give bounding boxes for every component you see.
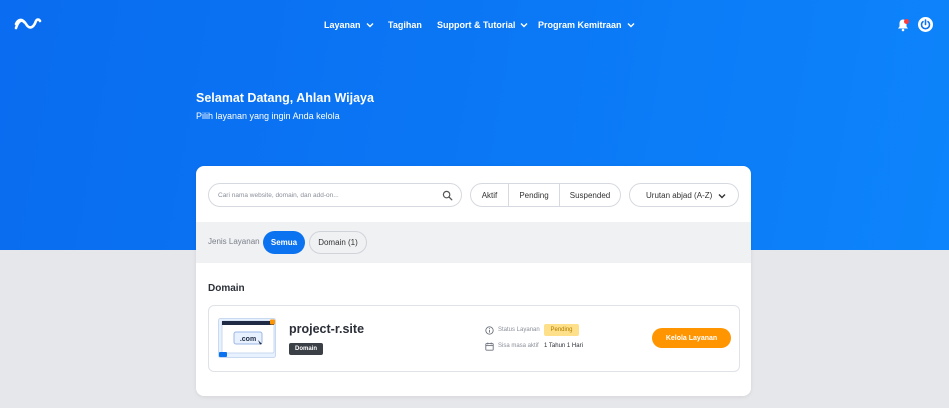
status-filter-pending[interactable]: Pending — [509, 184, 560, 206]
info-icon — [485, 326, 494, 335]
service-item: .com project-r.site Domain Status Layana… — [208, 305, 740, 372]
remaining-label: Sisa masa aktif — [498, 343, 539, 349]
status-badge: Pending — [544, 324, 579, 336]
chevron-down-icon — [627, 23, 635, 28]
service-type-filter-bar: Jenis Layanan Semua Domain (1) — [196, 222, 751, 263]
section-title-domain: Domain — [208, 283, 245, 294]
search-box — [208, 183, 462, 207]
chevron-down-icon — [366, 23, 374, 28]
domain-name: project-r.site — [289, 322, 365, 336]
chevron-down-icon — [718, 194, 726, 199]
power-icon[interactable] — [918, 17, 933, 32]
welcome-title: Selamat Datang, Ahlan Wijaya — [196, 91, 374, 105]
sort-dropdown[interactable]: Urutan abjad (A-Z) — [629, 183, 739, 207]
nav-item-kemitraan[interactable]: Program Kemitraan — [538, 20, 635, 30]
remaining-value: 1 Tahun 1 Hari — [544, 343, 583, 349]
nav-item-support[interactable]: Support & Tutorial — [437, 20, 528, 30]
calendar-icon — [485, 342, 494, 351]
chevron-down-icon — [520, 23, 528, 28]
nav-item-tagihan[interactable]: Tagihan — [388, 20, 422, 30]
services-card: Aktif Pending Suspended Urutan abjad (A-… — [196, 166, 751, 396]
nav-item-label: Support & Tutorial — [437, 20, 516, 30]
nav-item-label: Tagihan — [388, 20, 422, 30]
status-filter-aktif[interactable]: Aktif — [471, 184, 509, 206]
filter-chip-domain[interactable]: Domain (1) — [309, 231, 367, 254]
nav-item-label: Layanan — [324, 20, 361, 30]
search-icon[interactable] — [442, 190, 453, 201]
sort-label: Urutan abjad (A-Z) — [646, 190, 713, 200]
welcome-subtitle: Pilih layanan yang ingin Anda kelola — [196, 111, 340, 121]
filter-chip-semua[interactable]: Semua — [263, 231, 305, 254]
top-nav: Layanan Tagihan Support & Tutorial Progr… — [0, 20, 949, 36]
search-input[interactable] — [218, 188, 433, 203]
service-type-badge: Domain — [289, 343, 323, 355]
status-filter-suspended[interactable]: Suspended — [560, 184, 620, 206]
status-filter-group: Aktif Pending Suspended — [470, 183, 621, 207]
filter-label: Jenis Layanan — [208, 237, 260, 246]
status-label: Status Layanan — [498, 327, 540, 333]
nav-item-layanan[interactable]: Layanan — [324, 20, 374, 30]
nav-item-label: Program Kemitraan — [538, 20, 622, 30]
manage-service-button[interactable]: Kelola Layanan — [652, 328, 731, 348]
domain-thumbnail: .com — [218, 318, 276, 358]
notification-dot — [904, 19, 909, 24]
thumbnail-label: .com — [240, 336, 256, 343]
